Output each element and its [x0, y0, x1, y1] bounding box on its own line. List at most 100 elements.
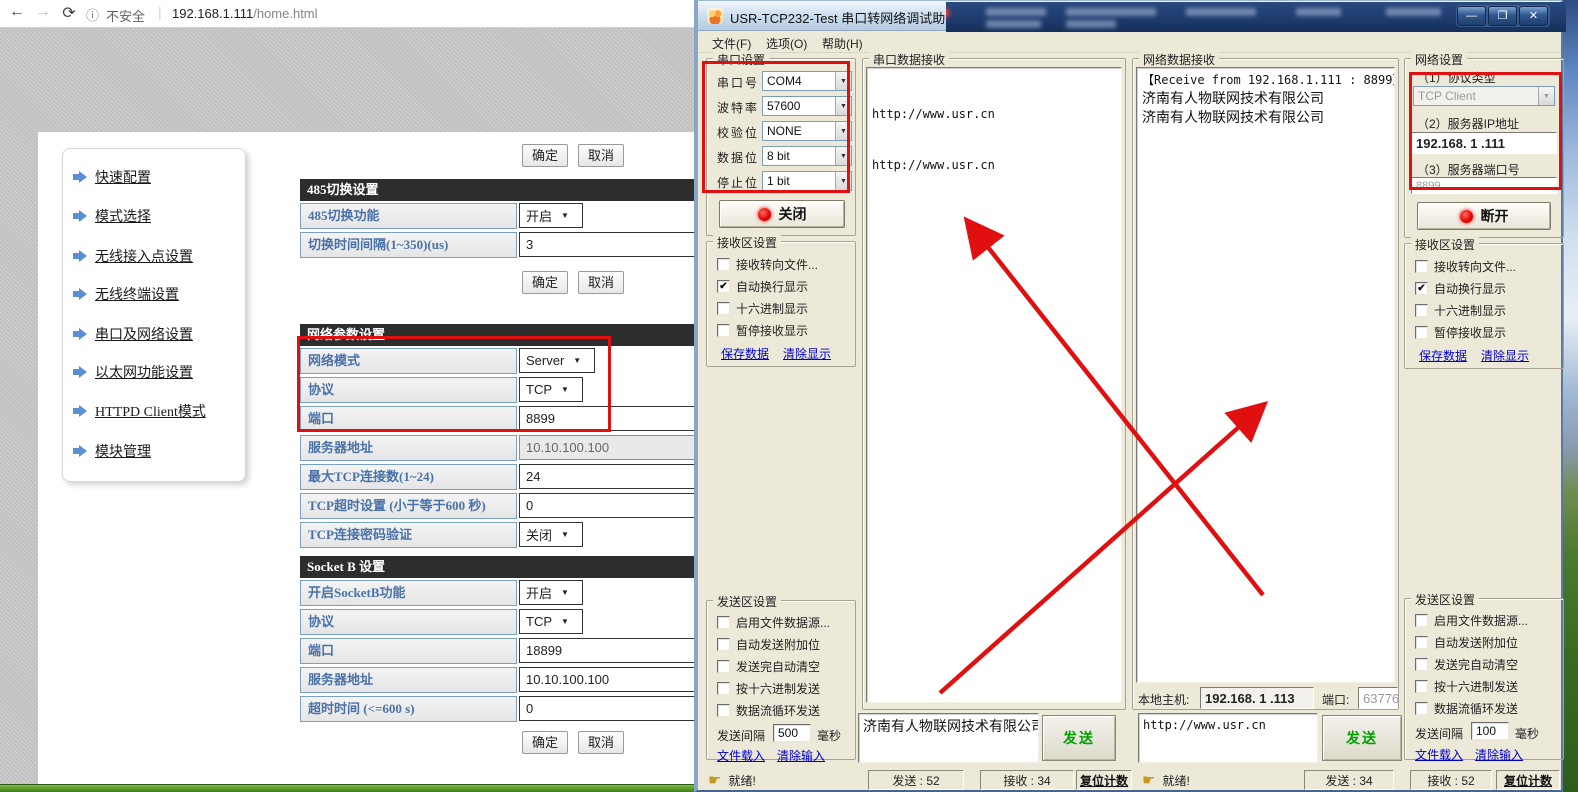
reset-count-link[interactable]: 复位计数 [1080, 772, 1128, 789]
baudrate-select[interactable]: 57600▼ [762, 96, 852, 116]
file-load-link[interactable]: 文件载入 [717, 747, 765, 764]
menu-options[interactable]: 选项(O) [766, 35, 807, 52]
ok-button[interactable]: 确定 [522, 144, 568, 167]
localport-field[interactable]: 63776 [1358, 687, 1398, 709]
checkbox[interactable] [1415, 636, 1428, 649]
file-source-checkbox[interactable]: 启用文件数据源... [1415, 612, 1528, 629]
recv-to-file-checkbox[interactable]: 接收转向文件... [717, 256, 818, 273]
stopbits-select[interactable]: 1 bit▼ [762, 171, 852, 191]
serial-send-input[interactable]: 济南有人物联网技术有限公司 [858, 713, 1039, 763]
sidebar-item-mode-select[interactable]: 模式选择 [79, 206, 151, 226]
protocol-select[interactable]: TCP▼ [519, 377, 583, 402]
databits-select[interactable]: 8 bit▼ [762, 146, 852, 166]
max-tcp-input[interactable]: 24 [519, 464, 697, 489]
pause-recv-checkbox[interactable]: 暂停接收显示 [1415, 324, 1506, 341]
parity-select[interactable]: NONE▼ [762, 121, 852, 141]
checkbox[interactable] [1415, 658, 1428, 671]
save-data-link[interactable]: 保存数据 [721, 345, 769, 362]
hex-display-checkbox[interactable]: 十六进制显示 [1415, 302, 1506, 319]
server-port-field[interactable]: 8899 [1411, 177, 1557, 194]
checkbox[interactable] [717, 704, 730, 717]
serial-close-button[interactable]: 关闭 [719, 200, 845, 228]
checkbox[interactable] [717, 682, 730, 695]
reset-count-right[interactable]: 复位计数 [1496, 770, 1560, 790]
sidebar-item-module-admin[interactable]: 模块管理 [79, 441, 151, 461]
checkbox[interactable]: ✔ [1415, 282, 1428, 295]
refresh-icon[interactable]: ⟳ [58, 3, 80, 23]
clear-display-link[interactable]: 清除显示 [1481, 347, 1529, 364]
socketb-server-input[interactable]: 10.10.100.100 [519, 667, 697, 692]
server-ip-field[interactable]: 192.168. 1 .111 [1411, 132, 1557, 154]
clear-after-send-checkbox[interactable]: 发送完自动清空 [717, 658, 820, 675]
socketb-enable-select[interactable]: 开启▼ [519, 580, 583, 605]
checkbox[interactable] [1415, 304, 1428, 317]
chevron-down-icon[interactable]: ▼ [835, 122, 851, 140]
file-load-link[interactable]: 文件载入 [1415, 746, 1463, 763]
clear-input-link[interactable]: 清除输入 [1475, 746, 1523, 763]
pause-recv-checkbox[interactable]: 暂停接收显示 [717, 322, 808, 339]
reset-count-link[interactable]: 复位计数 [1504, 772, 1552, 789]
auto-linefeed-checkbox[interactable]: ✔自动换行显示 [1415, 280, 1506, 297]
auto-append-checkbox[interactable]: 自动发送附加位 [1415, 634, 1518, 651]
minimize-button[interactable]: — [1457, 6, 1486, 26]
sidebar-item-ethernet[interactable]: 以太网功能设置 [79, 362, 193, 382]
485-enable-select[interactable]: 开启▼ [519, 203, 583, 228]
checkbox[interactable] [1415, 702, 1428, 715]
checkbox[interactable] [717, 302, 730, 315]
recv-to-file-checkbox[interactable]: 接收转向文件... [1415, 258, 1516, 275]
forward-icon[interactable]: → [32, 3, 54, 21]
checkbox[interactable] [717, 660, 730, 673]
checkbox[interactable] [1415, 326, 1428, 339]
tcp-password-select[interactable]: 关闭▼ [519, 522, 583, 547]
hex-send-checkbox[interactable]: 按十六进制发送 [717, 680, 820, 697]
tcp-timeout-input[interactable]: 0 [519, 493, 697, 518]
sidebar-item-quick-config[interactable]: 快速配置 [79, 167, 151, 187]
checkbox[interactable] [717, 638, 730, 651]
cancel-button[interactable]: 取消 [578, 731, 624, 754]
serial-send-button[interactable]: 发送 [1042, 715, 1116, 761]
port-input[interactable]: 8899 [519, 406, 697, 431]
hex-send-checkbox[interactable]: 按十六进制发送 [1415, 678, 1518, 695]
sidebar-item-ap-settings[interactable]: 无线接入点设置 [79, 246, 193, 266]
interval-input[interactable]: 100 [1471, 722, 1509, 740]
localhost-ip-field[interactable]: 192.168. 1 .113 [1200, 687, 1314, 709]
interval-input[interactable]: 500 [773, 724, 811, 742]
chevron-down-icon[interactable]: ▼ [835, 147, 851, 165]
save-data-link[interactable]: 保存数据 [1419, 347, 1467, 364]
clear-after-send-checkbox[interactable]: 发送完自动清空 [1415, 656, 1518, 673]
com-port-select[interactable]: COM4▼ [762, 71, 852, 91]
chevron-down-icon[interactable]: ▼ [835, 172, 851, 190]
clear-input-link[interactable]: 清除输入 [777, 747, 825, 764]
url-bar[interactable]: 192.168.1.111/home.html [172, 6, 318, 21]
hex-display-checkbox[interactable]: 十六进制显示 [717, 300, 808, 317]
ok-button[interactable]: 确定 [522, 271, 568, 294]
sidebar-item-sta-settings[interactable]: 无线终端设置 [79, 284, 179, 304]
reset-count-left[interactable]: 复位计数 [1076, 770, 1132, 790]
auto-append-checkbox[interactable]: 自动发送附加位 [717, 636, 820, 653]
checkbox[interactable] [717, 616, 730, 629]
socketb-timeout-input[interactable]: 0 [519, 696, 697, 721]
checkbox[interactable] [1415, 260, 1428, 273]
sidebar-item-uart-network[interactable]: 串口及网络设置 [79, 324, 193, 344]
checkbox[interactable] [717, 324, 730, 337]
network-mode-select[interactable]: Server▼ [519, 348, 595, 373]
serial-recv-panel[interactable]: http://www.usr.cn http://www.usr.cn [866, 67, 1122, 703]
info-icon[interactable]: ⓘ [86, 5, 99, 24]
checkbox[interactable] [1415, 680, 1428, 693]
chevron-down-icon[interactable]: ▼ [835, 97, 851, 115]
loop-send-checkbox[interactable]: 数据流循环发送 [1415, 700, 1518, 717]
back-icon[interactable]: ← [6, 3, 28, 21]
socketb-protocol-select[interactable]: TCP▼ [519, 609, 583, 634]
checkbox[interactable] [1415, 614, 1428, 627]
clear-display-link[interactable]: 清除显示 [783, 345, 831, 362]
menu-help[interactable]: 帮助(H) [822, 35, 863, 52]
485-interval-input[interactable]: 3 [519, 232, 697, 257]
cancel-button[interactable]: 取消 [578, 271, 624, 294]
sidebar-item-httpd-client[interactable]: HTTPD Client模式 [79, 401, 206, 421]
file-source-checkbox[interactable]: 启用文件数据源... [717, 614, 830, 631]
checkbox[interactable]: ✔ [717, 280, 730, 293]
net-send-input[interactable]: http://www.usr.cn [1138, 713, 1318, 763]
disconnect-button[interactable]: 断开 [1417, 202, 1551, 230]
menu-file[interactable]: 文件(F) [712, 35, 751, 52]
socketb-port-input[interactable]: 18899 [519, 638, 697, 663]
